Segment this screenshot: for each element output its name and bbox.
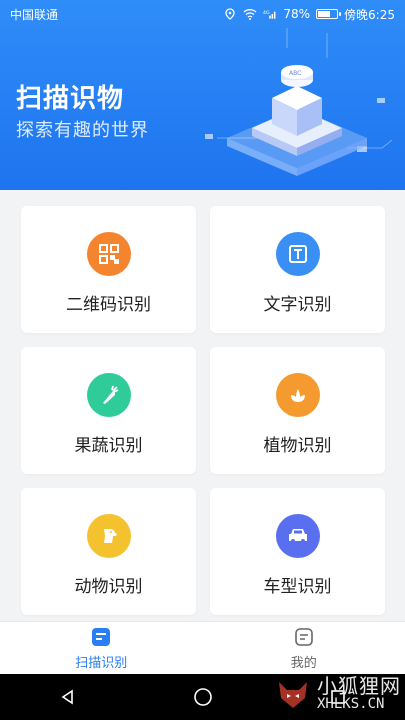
card-produce[interactable]: 果蔬识别 (21, 347, 196, 474)
site-watermark: 小狐狸网 XHLKS.CN (275, 668, 401, 720)
hero-title: 扫描识物 (16, 84, 125, 114)
scan-tab-icon (92, 627, 111, 646)
watermark-cn: 小狐狸网 (317, 674, 401, 699)
battery-percent: 78% (283, 7, 311, 21)
bottom-tab-bar: 扫描识别 我的 (0, 621, 405, 674)
carrier-label: 中国联通 (10, 7, 59, 22)
tab-scan[interactable]: 扫描识别 (0, 622, 203, 674)
hero-banner: 扫描识物 探索有趣的世界 ABC (0, 0, 405, 190)
wifi-icon (243, 7, 257, 21)
feature-grid: 二维码识别 文字识别 果蔬识别 植物识别 动物识别 车型识别 (21, 206, 385, 615)
watermark-en: XHLKS.CN (317, 696, 385, 713)
card-label: 文字识别 (263, 295, 332, 315)
tab-label: 扫描识别 (75, 655, 128, 671)
card-plant[interactable]: 植物识别 (210, 347, 385, 474)
hero-subtitle: 探索有趣的世界 (16, 120, 149, 141)
scan-cube-illustration-icon: ABC (205, 28, 393, 176)
location-icon (223, 7, 237, 21)
card-text[interactable]: 文字识别 (210, 206, 385, 333)
home-icon[interactable] (188, 682, 218, 712)
carrot-icon (86, 373, 131, 417)
car-icon (275, 514, 320, 558)
fox-logo-icon (279, 682, 307, 708)
battery-icon (316, 9, 342, 19)
card-qr-code[interactable]: 二维码识别 (21, 206, 196, 333)
svg-text:4G: 4G (263, 10, 270, 16)
tab-mine[interactable]: 我的 (203, 622, 405, 674)
card-label: 植物识别 (263, 436, 332, 456)
status-bar: 中国联通 4G 78% 傍晚6:25 (0, 0, 405, 28)
svg-text:ABC: ABC (289, 70, 301, 77)
flower-icon (275, 373, 320, 417)
signal-icon: 4G (263, 7, 277, 21)
dog-icon (86, 514, 131, 558)
qr-code-icon (86, 232, 131, 276)
card-label: 果蔬识别 (74, 436, 143, 456)
card-animal[interactable]: 动物识别 (21, 488, 196, 615)
card-label: 动物识别 (74, 577, 143, 597)
profile-tab-icon (294, 627, 313, 646)
back-icon[interactable] (53, 682, 83, 712)
text-t-icon (275, 232, 320, 276)
card-label: 二维码识别 (66, 295, 151, 315)
clock: 傍晚6:25 (344, 7, 395, 22)
card-car[interactable]: 车型识别 (210, 488, 385, 615)
card-label: 车型识别 (263, 577, 332, 597)
